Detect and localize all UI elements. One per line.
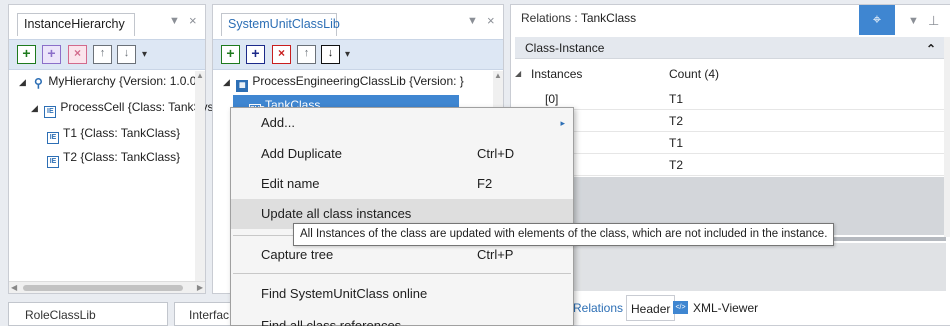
panel-tab-header: InstanceHierarchy ▼ ×	[9, 5, 205, 36]
expander-icon[interactable]: ◢	[515, 63, 521, 85]
collapse-icon[interactable]: ⌃	[926, 38, 936, 60]
table-row[interactable]: T2	[515, 154, 946, 176]
tab-header[interactable]: Header	[626, 295, 676, 321]
move-up-button[interactable]: ↑	[93, 45, 112, 64]
horizontal-scrollbar[interactable]: ◀ ▶	[9, 281, 205, 293]
relations-panel: Relations : TankClass ⌖ ▼ ⊥ Class-Instan…	[510, 4, 950, 326]
menu-item-find-references[interactable]: Find all class references	[231, 311, 573, 326]
tree-item-label: T1 {Class: TankClass}	[63, 126, 181, 140]
class-library-icon: ▦	[236, 80, 249, 92]
dropdown-icon[interactable]: ▼	[467, 15, 478, 27]
column-count[interactable]: Count (4)	[669, 63, 719, 85]
column-instances-label: Instances	[531, 67, 583, 81]
xml-icon: </>	[673, 301, 688, 314]
tree-item-label: ProcessCell {Class: TankSys	[60, 100, 214, 114]
vertical-scrollbar[interactable]	[944, 37, 950, 237]
move-up-button[interactable]: ↑	[297, 45, 316, 64]
add-child-button[interactable]: +	[42, 45, 61, 64]
lower-area	[515, 243, 946, 291]
scroll-left-icon[interactable]: ◀	[11, 283, 17, 292]
instance-value: T1	[669, 92, 684, 106]
relations-title: Relations : TankClass	[521, 11, 636, 25]
section-title: Class-Instance	[525, 41, 605, 55]
tree-item-label: ProcessEngineeringClassLib {Version: }	[252, 74, 464, 88]
expander-icon[interactable]: ◢	[31, 98, 41, 118]
tab-xml-label: XML-Viewer	[693, 301, 759, 315]
scroll-right-icon[interactable]: ▶	[197, 283, 203, 292]
instance-value: T1	[669, 136, 684, 150]
tree-item-myhierarchy[interactable]: ◢ ⚲ MyHierarchy {Version: 1.0.0 }	[19, 71, 204, 91]
internal-element-icon: IE	[44, 106, 57, 118]
panel-tab-header: SystemUnitClassLib ▼ ×	[213, 5, 503, 36]
table-row[interactable]: T2	[515, 110, 946, 132]
tooltip: All Instances of the class are updated w…	[293, 223, 835, 246]
relations-label: Relations :	[521, 11, 578, 25]
menu-separator	[233, 273, 571, 274]
scroll-up-icon[interactable]: ▲	[196, 71, 204, 80]
move-down-button[interactable]: ↓	[321, 45, 340, 64]
menu-item-label: Add Duplicate	[261, 146, 342, 161]
toolbar-more-icon[interactable]: ▾	[142, 49, 147, 60]
menu-item-label: Edit name	[261, 176, 320, 191]
tab-xml-viewer[interactable]: </> XML-Viewer	[671, 295, 758, 321]
dropdown-icon[interactable]: ▼	[908, 15, 919, 27]
context-menu: Add... ▸ Add Duplicate Ctrl+D Edit name …	[230, 107, 574, 326]
delete-button[interactable]: ×	[68, 45, 87, 64]
close-icon[interactable]: ×	[189, 13, 197, 28]
submenu-arrow-icon: ▸	[560, 118, 565, 128]
menu-item-label: Find SystemUnitClass online	[261, 286, 428, 301]
menu-item-label: Find all class references	[261, 318, 402, 326]
instance-value: T2	[669, 114, 684, 128]
tree-item-t2[interactable]: IE T2 {Class: TankClass}	[47, 147, 181, 168]
delete-button[interactable]: ×	[272, 45, 291, 64]
tab-role-class-lib[interactable]: RoleClassLib	[8, 302, 168, 326]
column-instances[interactable]: ◢ Instances	[515, 63, 665, 85]
expander-icon[interactable]: ◢	[223, 72, 233, 92]
tree-item-label: MyHierarchy {Version: 1.0.0 }	[48, 74, 204, 88]
tree-item-processcell[interactable]: ◢ IE ProcessCell {Class: TankSys	[31, 97, 214, 118]
close-icon[interactable]: ×	[487, 13, 495, 28]
instance-value: T2	[669, 158, 684, 172]
tree-item-process-engineering-lib[interactable]: ◢ ▦ ProcessEngineeringClassLib {Version: …	[223, 71, 464, 92]
internal-element-icon: IE	[47, 132, 59, 144]
vertical-scrollbar[interactable]: ▲	[195, 71, 205, 281]
table-row[interactable]: [0] T1	[515, 88, 946, 110]
menu-item-label: Add...	[261, 115, 295, 130]
menu-item-shortcut: Ctrl+D	[477, 146, 515, 161]
instance-hierarchy-panel: InstanceHierarchy ▼ × + + × ↑ ↓ ▾ ◢ ⚲ MyH…	[8, 4, 214, 294]
grid-header: ◢ Instances Count (4)	[515, 63, 946, 85]
menu-item-shortcut: F2	[477, 176, 493, 191]
menu-item-add-duplicate[interactable]: Add Duplicate Ctrl+D	[231, 139, 573, 169]
tab-interface-class-lib[interactable]: Interfac	[174, 302, 234, 326]
relations-class-name: TankClass	[580, 11, 637, 25]
add-button[interactable]: +	[17, 45, 36, 64]
instance-toolbar: + + × ↑ ↓ ▾	[9, 39, 205, 70]
menu-item-find-online[interactable]: Find SystemUnitClass online	[231, 279, 573, 309]
menu-item-add[interactable]: Add... ▸	[231, 108, 573, 138]
tab-instance-hierarchy[interactable]: InstanceHierarchy	[17, 13, 135, 36]
dropdown-icon[interactable]: ▼	[169, 15, 180, 27]
tab-relations[interactable]: Relations	[573, 295, 623, 321]
hierarchy-icon: ⚲	[33, 76, 43, 90]
menu-item-edit-name[interactable]: Edit name F2	[231, 169, 573, 199]
internal-element-icon: IE	[47, 156, 59, 168]
add-button[interactable]: +	[221, 45, 240, 64]
add-child-button[interactable]: +	[246, 45, 265, 64]
suc-toolbar: + + × ↑ ↓ ▾	[213, 39, 503, 70]
table-row[interactable]: T1	[515, 132, 946, 154]
scroll-up-icon[interactable]: ▲	[494, 71, 502, 80]
location-pin-icon[interactable]: ⌖	[859, 5, 895, 35]
section-class-instance[interactable]: Class-Instance ⌃	[515, 37, 946, 59]
pin-icon[interactable]: ⊥	[928, 13, 939, 29]
move-down-button[interactable]: ↓	[117, 45, 136, 64]
tab-system-unit-class-lib[interactable]: SystemUnitClassLib	[221, 13, 340, 36]
scroll-thumb[interactable]	[23, 285, 183, 291]
toolbar-more-icon[interactable]: ▾	[345, 49, 350, 60]
expander-icon[interactable]: ◢	[19, 72, 29, 92]
tree-item-label: T2 {Class: TankClass}	[63, 150, 181, 164]
tree-item-t1[interactable]: IE T1 {Class: TankClass}	[47, 123, 181, 144]
